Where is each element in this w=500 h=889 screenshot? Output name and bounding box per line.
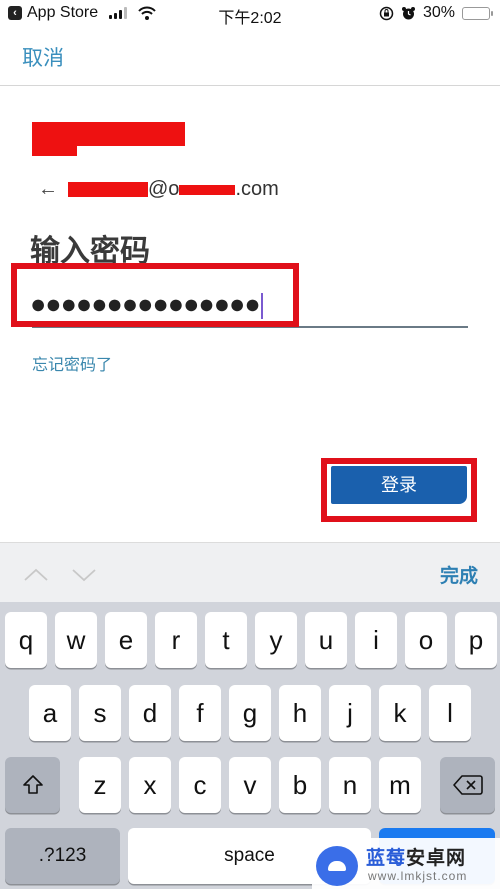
watermark-title-part2: 安卓网 — [406, 848, 467, 869]
rotation-lock-icon — [379, 6, 394, 20]
key-k[interactable]: k — [379, 685, 421, 741]
email-row[interactable]: ← @o .com — [38, 178, 279, 201]
key-q[interactable]: q — [5, 612, 47, 668]
email-at-part: @o — [148, 178, 180, 200]
password-highlight-box — [11, 263, 299, 327]
key-l[interactable]: l — [429, 685, 471, 741]
key-u[interactable]: u — [305, 612, 347, 668]
key-y[interactable]: y — [255, 612, 297, 668]
backspace-icon — [452, 775, 483, 795]
chevron-up-icon[interactable] — [24, 563, 48, 587]
key-h[interactable]: h — [279, 685, 321, 741]
back-to-email-icon[interactable]: ← — [38, 178, 58, 201]
key-r[interactable]: r — [155, 612, 197, 668]
forgot-password-link[interactable]: 忘记密码了 — [32, 351, 112, 375]
key-p[interactable]: p — [455, 612, 497, 668]
key-b[interactable]: b — [279, 757, 321, 813]
battery-icon — [462, 6, 493, 20]
key-t[interactable]: t — [205, 612, 247, 668]
key-n[interactable]: n — [329, 757, 371, 813]
done-button[interactable]: 完成 — [440, 561, 478, 588]
redacted-email-user — [68, 182, 148, 197]
watermark-title-part1: 蓝莓 — [366, 848, 407, 869]
shift-icon — [22, 775, 43, 794]
key-m[interactable]: m — [379, 757, 421, 813]
email-tld: .com — [235, 178, 279, 200]
watermark-title: 蓝莓安卓网 — [366, 843, 466, 870]
status-bar: ‹ App Store 下午2:02 30% — [0, 0, 500, 28]
key-g[interactable]: g — [229, 685, 271, 741]
key-x[interactable]: x — [129, 757, 171, 813]
key-a[interactable]: a — [29, 685, 71, 741]
battery-percent: 30% — [422, 4, 455, 21]
site-watermark: 蓝莓安卓网 www.lmkjst.com — [312, 838, 500, 889]
key-f[interactable]: f — [179, 685, 221, 741]
shift-key[interactable] — [5, 757, 60, 813]
keyboard-toolbar: 完成 — [0, 542, 500, 602]
key-v[interactable]: v — [229, 757, 271, 813]
key-e[interactable]: e — [105, 612, 147, 668]
cancel-button[interactable]: 取消 — [22, 42, 64, 72]
alarm-icon — [401, 6, 415, 19]
numbers-key[interactable]: .?123 — [5, 828, 120, 884]
backspace-key[interactable] — [440, 757, 495, 813]
key-s[interactable]: s — [79, 685, 121, 741]
redacted-account-name-tail — [32, 140, 77, 156]
key-w[interactable]: w — [55, 612, 97, 668]
key-d[interactable]: d — [129, 685, 171, 741]
key-o[interactable]: o — [405, 612, 447, 668]
key-z[interactable]: z — [79, 757, 121, 813]
android-logo-icon — [316, 846, 358, 886]
status-right: 30% — [379, 4, 493, 22]
key-c[interactable]: c — [179, 757, 221, 813]
redacted-email-domain — [179, 184, 236, 195]
nav-bar: 取消 — [0, 28, 500, 86]
key-j[interactable]: j — [329, 685, 371, 741]
login-highlight-box — [321, 458, 477, 522]
key-i[interactable]: i — [355, 612, 397, 668]
chevron-down-icon[interactable] — [72, 563, 96, 587]
watermark-url: www.lmkjst.com — [368, 869, 468, 883]
